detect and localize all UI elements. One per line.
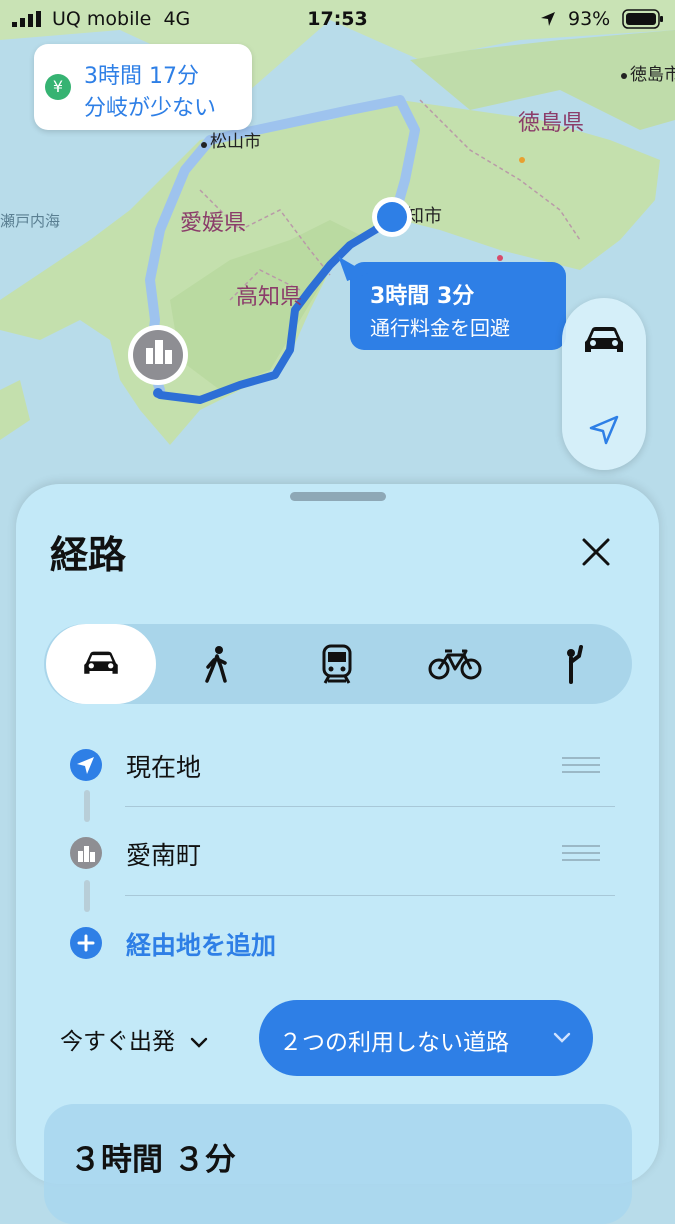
avoid-roads-label: ２つの利用しない道路 [279, 1030, 509, 1056]
city-icon [70, 837, 102, 869]
route-connector [84, 790, 90, 822]
depart-time-label: 今すぐ出発 [60, 1029, 175, 1055]
car-icon [84, 651, 118, 674]
walking-icon [205, 646, 227, 683]
depart-time-menu[interactable]: 今すぐ出発 [60, 1022, 208, 1056]
waypoint-destination-label: 愛南町 [126, 841, 202, 870]
mode-cycle[interactable] [400, 624, 510, 704]
battery-icon [622, 9, 663, 29]
mode-walk[interactable] [162, 624, 272, 704]
car-mode-icon[interactable] [583, 324, 625, 358]
mode-rideshare[interactable] [518, 624, 628, 704]
mode-transit[interactable] [282, 624, 392, 704]
chevron-down-icon [553, 1032, 571, 1043]
sheet-title: 経路 [50, 533, 127, 577]
status-bar: UQ mobile 4G 17:53 93% [0, 0, 675, 38]
bicycle-icon [428, 649, 482, 680]
divider [125, 806, 615, 807]
route-result-card[interactable]: ３時間 ３分 [44, 1104, 632, 1224]
map-label-kochi-pref: 高知県 [236, 285, 302, 310]
alt-route-time: 3時間 17分 [84, 64, 199, 89]
alt-route-note: 分岐が少ない [84, 96, 217, 121]
transport-mode-selector [44, 624, 632, 704]
directions-sheet: 経路 現在地 愛南町 経由地を追加 今すぐ出発 ２つの利用しない道路 ３時間 ３… [16, 484, 659, 1224]
alt-route-callout[interactable]: ¥ 3時間 17分 分岐が少ない [34, 44, 252, 130]
map-label-ehime: 愛媛県 [180, 211, 246, 236]
hail-icon [567, 645, 583, 684]
plus-icon [70, 927, 102, 959]
mode-car[interactable] [46, 624, 156, 704]
waypoint-origin-label: 現在地 [126, 753, 202, 782]
map-label-tokushima-city: 徳島市 [630, 65, 675, 85]
main-route-note: 通行料金を回避 [370, 316, 510, 340]
avoid-roads-button[interactable]: ２つの利用しない道路 [259, 1000, 593, 1076]
yen-icon: ¥ [45, 74, 71, 100]
main-route-callout[interactable]: 3時間 3分 通行料金を回避 [338, 249, 566, 350]
location-arrow-icon [70, 749, 102, 781]
map-label-matsuyama: 松山市 [210, 132, 261, 152]
add-stop-label: 経由地を追加 [126, 931, 277, 960]
chevron-down-icon [191, 1037, 208, 1048]
sheet-grabber[interactable] [290, 492, 386, 501]
train-icon [322, 644, 352, 684]
divider [125, 895, 615, 896]
route-result-time: ３時間 ３分 [70, 1142, 236, 1178]
map-label-tokushima-pref: 徳島県 [518, 111, 584, 136]
main-route-time: 3時間 3分 [370, 284, 475, 309]
map-controls [562, 298, 646, 470]
map-label-setonaikai: 瀬戸内海 [0, 212, 60, 230]
waypoint-destination[interactable]: 愛南町 [64, 822, 624, 882]
reorder-handle-icon[interactable] [562, 756, 600, 774]
battery-percent: 93% [568, 8, 611, 30]
reorder-handle-icon[interactable] [562, 844, 600, 862]
close-icon[interactable] [576, 532, 616, 572]
waypoint-origin[interactable]: 現在地 [64, 734, 624, 794]
add-stop-button[interactable]: 経由地を追加 [64, 912, 624, 972]
location-arrow-icon[interactable] [588, 414, 620, 446]
route-connector [84, 880, 90, 912]
location-services-icon [541, 12, 555, 26]
